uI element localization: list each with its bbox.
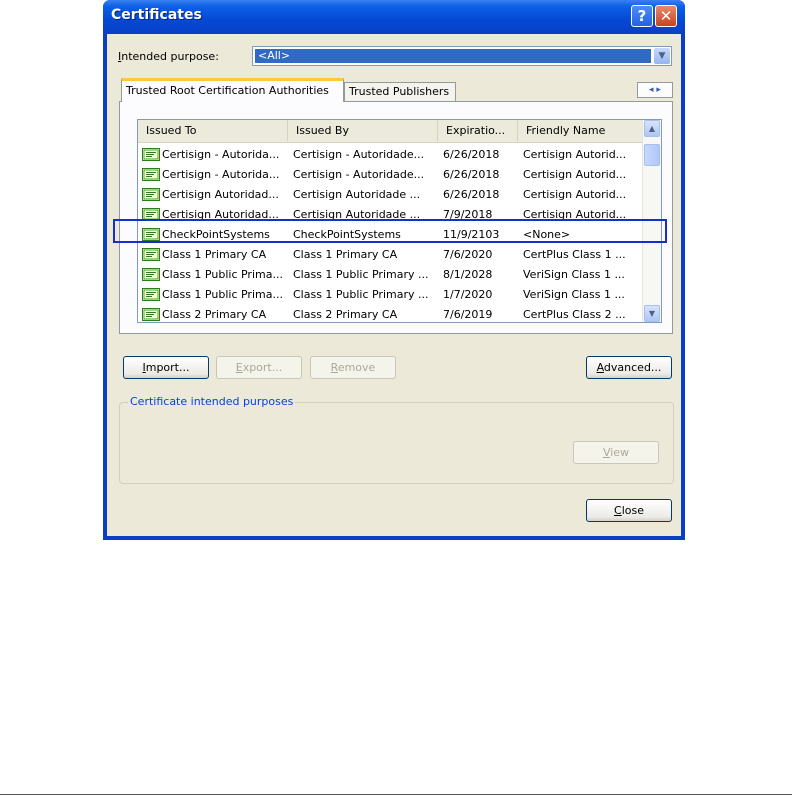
cell-issued-by: Class 1 Primary CA (293, 248, 398, 261)
tab-scroll-arrows-icon[interactable]: ◂ ▸ (637, 82, 673, 98)
intended-purpose-label: Intended purpose: (118, 50, 219, 63)
column-expiration[interactable]: Expiratio... (438, 120, 518, 141)
cell-issued-by: Certisign - Autoridade... (293, 148, 425, 161)
column-issued-to[interactable]: Issued To (138, 120, 288, 141)
certificate-icon (142, 168, 160, 181)
cell-expiration: 8/1/2028 (443, 268, 493, 281)
cell-friendly-name: VeriSign Class 1 ... (523, 288, 625, 301)
cell-expiration: 6/26/2018 (443, 188, 500, 201)
highlight-box (113, 219, 667, 243)
table-row[interactable]: Certisign Autoridad... Certisign Autorida… (138, 185, 644, 205)
cell-friendly-name: Certisign Autorid... (523, 168, 627, 181)
advanced-button[interactable]: Advanced... (586, 356, 672, 379)
scroll-up-icon[interactable]: ▲ (644, 120, 660, 137)
view-button[interactable]: View (573, 441, 659, 464)
cell-issued-by: Class 2 Primary CA (293, 308, 398, 321)
cell-issued-to: Certisign - Autorida... (162, 148, 280, 161)
cell-issued-by: Class 1 Public Primary ... (293, 288, 429, 301)
certificate-icon (142, 288, 160, 301)
certificate-icon (142, 248, 160, 261)
column-issued-by[interactable]: Issued By (288, 120, 438, 141)
cell-issued-to: Class 1 Primary CA (162, 248, 267, 261)
cell-issued-to: Certisign Autoridad... (162, 188, 279, 201)
scroll-down-icon[interactable]: ▼ (644, 305, 660, 322)
intended-purpose-combo[interactable]: <All> ▼ (252, 46, 672, 66)
title-bar[interactable]: Certificates ? ✕ (103, 0, 685, 34)
cell-expiration: 6/26/2018 (443, 168, 500, 181)
bottom-rule (0, 794, 792, 795)
cell-expiration: 1/7/2020 (443, 288, 493, 301)
certificate-icon (142, 308, 160, 321)
cell-issued-by: Certisign - Autoridade... (293, 168, 425, 181)
window-title: Certificates (111, 7, 202, 23)
tab-trusted-root[interactable]: Trusted Root Certification Authorities (121, 78, 344, 102)
cell-issued-to: Certisign - Autorida... (162, 168, 280, 181)
cell-friendly-name: VeriSign Class 1 ... (523, 268, 625, 281)
cell-friendly-name: CertPlus Class 2 ... (523, 308, 626, 321)
table-row[interactable]: Class 1 Public Prima... Class 1 Public Pr… (138, 285, 644, 305)
column-friendly-name[interactable]: Friendly Name (518, 120, 644, 141)
cell-expiration: 6/26/2018 (443, 148, 500, 161)
cell-expiration: 7/6/2019 (443, 308, 493, 321)
scroll-thumb[interactable] (644, 144, 660, 166)
table-row[interactable]: Class 1 Primary CA Class 1 Primary CA 7/6/… (138, 245, 644, 265)
certificates-window: Certificates ? ✕ Intended purpose: <All>… (103, 0, 685, 540)
cell-issued-to: Class 2 Primary CA (162, 308, 267, 321)
chevron-down-icon[interactable]: ▼ (654, 48, 670, 64)
table-row[interactable]: Certisign - Autorida... Certisign - Autor… (138, 145, 644, 165)
list-header: Issued To Issued By Expiratio... Friendl… (138, 120, 644, 143)
intended-purpose-value: <All> (255, 49, 651, 63)
certificate-icon (142, 148, 160, 161)
tab-trusted-publishers[interactable]: Trusted Publishers (344, 82, 456, 101)
cell-issued-by: Certisign Autoridade ... (293, 188, 421, 201)
cell-friendly-name: CertPlus Class 1 ... (523, 248, 626, 261)
close-window-button[interactable]: ✕ (655, 5, 677, 27)
help-button[interactable]: ? (631, 5, 653, 27)
purposes-group: Certificate intended purposes View (119, 395, 674, 484)
table-row[interactable]: Class 1 Public Prima... Class 1 Public Pr… (138, 265, 644, 285)
tab-panel: Issued To Issued By Expiratio... Friendl… (119, 101, 673, 334)
table-row[interactable]: Class 2 Primary CA Class 2 Primary CA 7/6/… (138, 305, 644, 322)
cell-issued-to: Class 1 Public Prima... (162, 268, 283, 281)
cell-issued-by: Class 1 Public Primary ... (293, 268, 429, 281)
dialog-body: Intended purpose: <All> ▼ Trusted Root C… (107, 34, 681, 536)
cell-friendly-name: Certisign Autorid... (523, 188, 627, 201)
close-button[interactable]: Close (586, 499, 672, 522)
export-button[interactable]: Export... (216, 356, 302, 379)
purposes-group-title: Certificate intended purposes (128, 395, 296, 408)
cell-friendly-name: Certisign Autorid... (523, 148, 627, 161)
cell-issued-to: Class 1 Public Prima... (162, 288, 283, 301)
certificate-icon (142, 268, 160, 281)
import-button[interactable]: Import... (123, 356, 209, 379)
remove-button[interactable]: Remove (310, 356, 396, 379)
certificate-icon (142, 188, 160, 201)
cell-expiration: 7/6/2020 (443, 248, 493, 261)
table-row[interactable]: Certisign - Autorida... Certisign - Autor… (138, 165, 644, 185)
